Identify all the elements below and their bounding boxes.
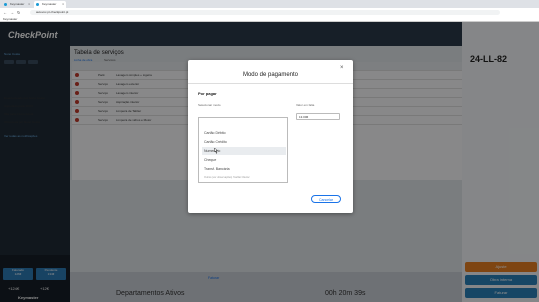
browser-tab-2[interactable]: Keymaster × <box>34 1 66 8</box>
tab-label: Keymaster <box>10 2 25 6</box>
option-cheque[interactable]: Cheque <box>202 156 286 164</box>
option-outros[interactable]: Outros (ver observações) 'Cartão Cliente… <box>202 174 286 182</box>
modal-divider <box>188 83 353 84</box>
mouse-cursor-icon <box>214 148 218 154</box>
forward-icon[interactable]: → <box>10 10 14 15</box>
payment-modal: Modo de pagamento × Por pagar Selecionar… <box>188 60 353 213</box>
browser-tab-1[interactable]: Keymaster × <box>2 1 32 8</box>
close-icon[interactable]: × <box>340 65 344 71</box>
back-icon[interactable]: ← <box>3 10 7 15</box>
option-cartao-debito[interactable]: Cartão Débito <box>202 129 286 137</box>
cancel-button[interactable]: Cancelar <box>311 195 341 203</box>
section-heading: Por pagar <box>198 91 217 96</box>
reload-icon[interactable]: ↻ <box>17 10 20 15</box>
method-label: Selecionar modo <box>198 103 221 107</box>
bookmark-keymaster[interactable]: Keymaster <box>0 17 17 21</box>
tab-favicon-icon <box>4 3 7 6</box>
option-transferencia[interactable]: Transf. Bancária <box>202 165 286 173</box>
url-field[interactable]: autovox.pt.checkpoint.pt <box>30 9 500 15</box>
tab-label: Keymaster <box>42 2 57 6</box>
tab-close-icon[interactable]: × <box>28 1 30 8</box>
payment-method-dropdown[interactable]: Cartão Débito Cartão Crédito Numerário C… <box>198 117 288 183</box>
value-field[interactable]: 13.00€ <box>296 113 340 120</box>
tab-close-icon[interactable]: × <box>62 1 64 8</box>
option-cartao-credito[interactable]: Cartão Crédito <box>202 138 286 146</box>
value-label: Valor em falta <box>296 103 315 107</box>
modal-title: Modo de pagamento <box>242 72 299 78</box>
tab-favicon-icon <box>36 3 39 6</box>
browser-tab-bar <box>0 0 539 8</box>
